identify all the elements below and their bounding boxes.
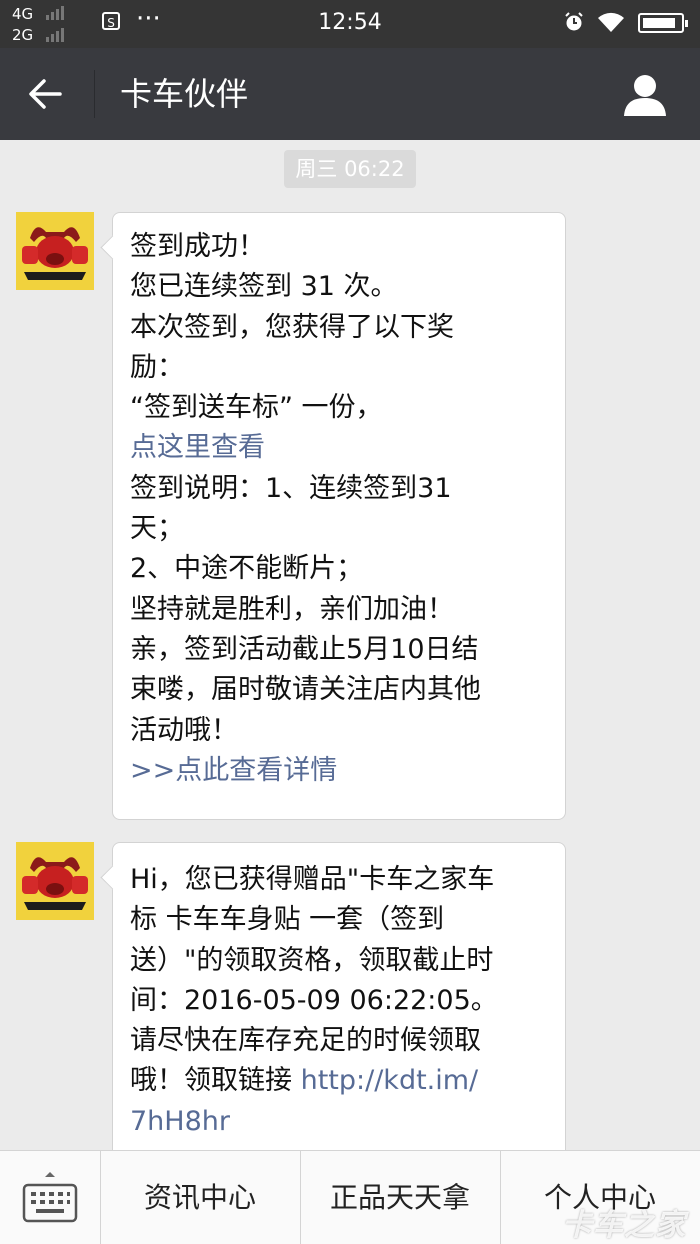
message-bubble: Hi，您已获得赠品"卡车之家车 标 卡车车身贴 一套（签到 送）"的领取资格，领… — [112, 842, 566, 1150]
menu-news-center[interactable]: 资讯中心 — [100, 1151, 299, 1244]
message-line: 请尽快在库存充足的时候领取 — [130, 1025, 481, 1057]
battery-level — [643, 18, 675, 28]
message-line: 间：2016-05-09 06:22:05。 — [130, 984, 498, 1016]
message-line: 标 卡车车身贴 一套（签到 — [130, 904, 445, 936]
bull-logo-avatar[interactable] — [16, 842, 94, 920]
message-line: “签到送车标” 一份， — [130, 392, 383, 424]
message-text: 哦！领取链接 — [130, 1065, 301, 1097]
bull-logo-avatar[interactable] — [16, 212, 94, 290]
message-timestamp: 周三 06:22 — [284, 150, 416, 188]
message-bubble: 签到成功！ 您已连续签到 31 次。 本次签到，您获得了以下奖 励： “签到送车… — [112, 212, 566, 820]
battery-icon — [638, 13, 688, 33]
message-line: 天； — [130, 513, 184, 545]
message-line: 束喽，届时敬请关注店内其他 — [130, 674, 481, 706]
keyboard-icon[interactable] — [0, 1151, 100, 1244]
menu-daily-deals[interactable]: 正品天天拿 — [300, 1151, 499, 1244]
header-divider — [94, 70, 95, 118]
chat-title: 卡车伙伴 — [120, 75, 249, 113]
message-line: 送）"的领取资格，领取截止时 — [130, 944, 494, 976]
view-details-link[interactable]: >>点此查看详情 — [130, 751, 549, 791]
message-line: Hi，您已获得赠品"卡车之家车 — [130, 864, 495, 895]
clock: 12:54 — [318, 10, 382, 35]
back-arrow-icon[interactable] — [26, 76, 66, 112]
message-line: 活动哦！ — [130, 714, 238, 746]
profile-icon[interactable] — [622, 72, 668, 116]
watermark: 卡车之家 — [562, 1208, 686, 1243]
view-reward-link[interactable]: 点这里查看 — [130, 428, 549, 468]
wifi-icon — [598, 12, 624, 32]
message-line: 坚持就是胜利，亲们加油！ — [130, 593, 454, 625]
redeem-link[interactable]: 7hH8hr — [130, 1102, 549, 1142]
message-line: 亲，签到活动截止5月10日结 — [130, 633, 479, 665]
message-line: 2、中途不能断片； — [130, 553, 364, 585]
message-line: 您已连续签到 31 次。 — [130, 271, 398, 303]
redeem-link[interactable]: http://kdt.im/ — [301, 1065, 479, 1096]
status-bar: 4G 2G S ··· 12:54 — [0, 0, 700, 48]
message-line: 哦！领取链接 http://kdt.im/ — [130, 1061, 549, 1101]
alarm-icon — [565, 12, 583, 31]
message-line: 励： — [130, 351, 184, 383]
message-line: 签到说明：1、连续签到31 — [130, 472, 452, 504]
app-header: 卡车伙伴 — [0, 48, 700, 140]
chat-area[interactable]: 周三 06:22 签到成功！ 您已连续签到 31 次。 本次签到，您获得了以下奖… — [0, 140, 700, 1150]
message-line: 本次签到，您获得了以下奖 — [130, 311, 454, 343]
message-line: 签到成功！ — [130, 231, 265, 262]
